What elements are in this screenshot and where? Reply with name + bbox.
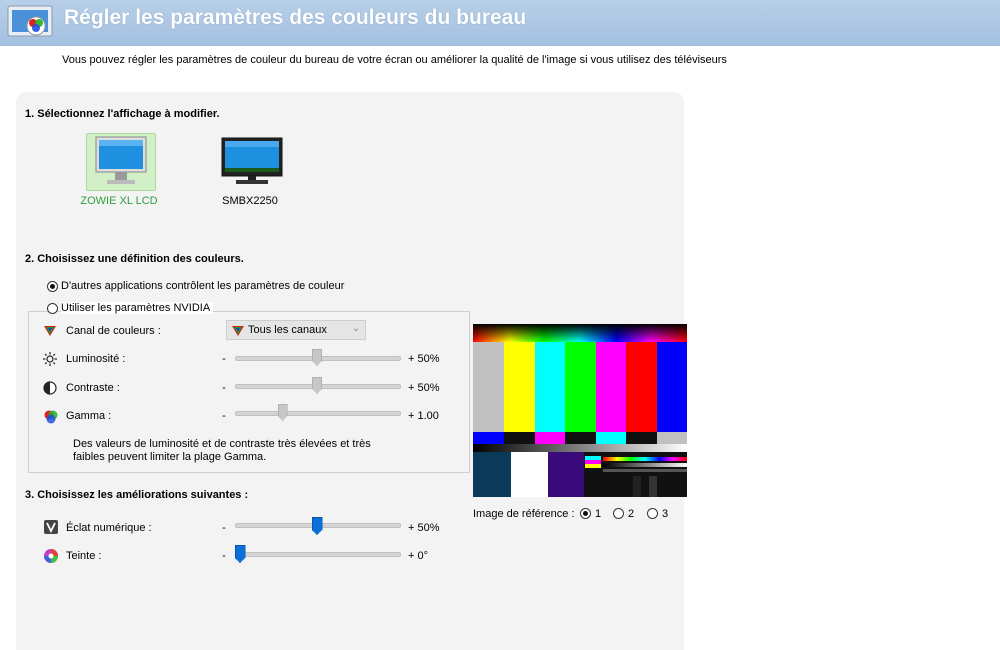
section3-title: 3. Choisissez les améliorations suivante… xyxy=(25,489,249,501)
reference-test-pattern xyxy=(473,324,687,497)
display-smbx[interactable] xyxy=(217,133,287,191)
radio-nvidia-label[interactable]: Utiliser les paramètres NVIDIA xyxy=(61,302,214,314)
reference-radio-1-label[interactable]: 1 xyxy=(595,508,601,520)
gamma-minus: - xyxy=(222,410,226,422)
hue-label: Teinte : xyxy=(66,550,102,562)
reference-radio-3[interactable] xyxy=(647,508,658,519)
section1-title: 1. Sélectionnez l'affichage à modifier. xyxy=(25,108,220,120)
chevron-down-icon: ⌄ xyxy=(352,323,361,334)
reference-radio-3-label[interactable]: 3 xyxy=(662,508,668,520)
channel-select-value: Tous les canaux xyxy=(248,324,327,336)
page-description: Vous pouvez régler les paramètres de cou… xyxy=(62,54,727,66)
monitor-icon xyxy=(221,137,283,184)
reference-radio-1[interactable] xyxy=(580,508,591,519)
display-zowie-label[interactable]: ZOWIE XL LCD xyxy=(64,195,174,207)
color-channel-icon xyxy=(43,323,57,337)
vibrance-icon xyxy=(43,519,59,535)
page-title: Régler les paramètres des couleurs du bu… xyxy=(64,6,527,29)
hue-icon xyxy=(43,548,59,564)
display-smbx-label[interactable]: SMBX2250 xyxy=(195,195,305,207)
radio-other-apps[interactable] xyxy=(47,281,58,292)
gamma-slider-track[interactable] xyxy=(235,411,401,416)
display-color-icon xyxy=(6,4,54,42)
gamma-label: Gamma : xyxy=(66,410,112,422)
reference-radio-2[interactable] xyxy=(613,508,624,519)
hue-value: + 0° xyxy=(408,550,428,562)
brightness-value: + 50% xyxy=(408,353,440,365)
gamma-note-line2: faibles peuvent limiter la plage Gamma. xyxy=(73,451,267,463)
gamma-note-line1: Des valeurs de luminosité et de contrast… xyxy=(73,438,371,450)
reference-radio-2-label[interactable]: 2 xyxy=(628,508,634,520)
contrast-minus: - xyxy=(222,382,226,394)
monitor-icon xyxy=(95,136,147,184)
contrast-label: Contraste : xyxy=(66,382,120,394)
contrast-icon xyxy=(43,381,57,395)
section2-title: 2. Choisissez une définition des couleur… xyxy=(25,253,244,265)
radio-other-apps-label[interactable]: D'autres applications contrôlent les par… xyxy=(61,280,344,292)
vibrance-minus: - xyxy=(222,522,226,534)
channel-select[interactable]: Tous les canaux ⌄ xyxy=(226,320,366,340)
hue-minus: - xyxy=(222,550,226,562)
brightness-minus: - xyxy=(222,353,226,365)
hue-slider-track[interactable] xyxy=(235,552,401,557)
brightness-label: Luminosité : xyxy=(66,353,126,365)
display-zowie[interactable] xyxy=(86,133,156,191)
channel-label: Canal de couleurs : xyxy=(66,325,161,337)
radio-nvidia[interactable] xyxy=(47,303,58,314)
gamma-value: + 1.00 xyxy=(408,410,439,422)
sun-icon xyxy=(43,352,57,366)
test-pattern-image xyxy=(473,324,687,497)
color-channel-icon xyxy=(231,323,245,337)
contrast-value: + 50% xyxy=(408,382,440,394)
vibrance-label: Éclat numérique : xyxy=(66,522,152,534)
reference-label: Image de référence : xyxy=(473,508,575,520)
vibrance-value: + 50% xyxy=(408,522,440,534)
gamma-icon xyxy=(43,409,59,425)
